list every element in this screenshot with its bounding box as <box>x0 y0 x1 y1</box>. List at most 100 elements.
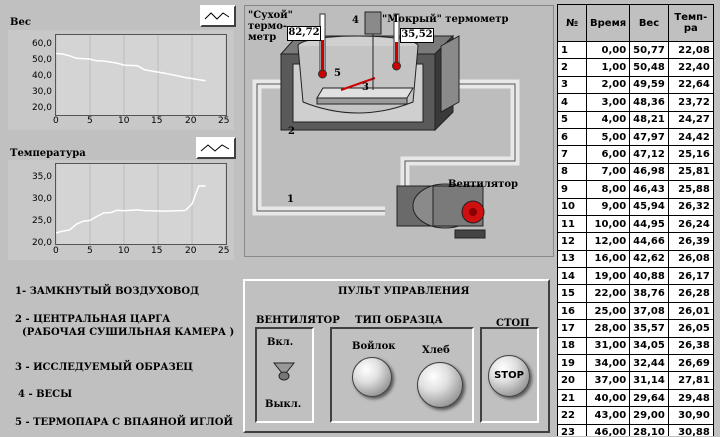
cell-temperature: 22,08 <box>667 40 714 60</box>
cell-time: 31,00 <box>585 336 631 356</box>
weight-chart-plot <box>55 34 227 116</box>
cell-time: 46,00 <box>585 423 631 436</box>
cell-temperature: 26,28 <box>667 284 714 303</box>
stop-button[interactable]: STOP <box>488 355 530 397</box>
cell-weight: 35,57 <box>629 319 669 338</box>
cell-number: 11 <box>557 214 587 234</box>
bread-button[interactable] <box>417 362 463 408</box>
table-row: 8 7,00 46,98 25,81 <box>557 162 714 182</box>
temp-xtick: 25 <box>218 246 230 256</box>
temp-chart-plot <box>55 163 227 245</box>
felt-label: Войлок <box>352 341 396 352</box>
cell-temperature: 26,05 <box>667 319 714 338</box>
cell-weight: 37,08 <box>629 301 669 321</box>
weight-chart-title: Вес <box>10 17 31 28</box>
felt-button[interactable] <box>352 357 392 397</box>
cell-weight: 47,97 <box>629 127 669 147</box>
fan-on-label: Вкл. <box>267 337 294 348</box>
table-row: 20 37,00 31,14 27,81 <box>557 371 714 390</box>
cell-temperature: 26,32 <box>667 197 714 216</box>
bread-label: Хлеб <box>422 345 450 356</box>
cell-time: 37,00 <box>585 371 631 390</box>
cell-number: 5 <box>557 110 587 129</box>
cell-temperature: 29,48 <box>667 388 714 408</box>
cell-number: 13 <box>557 249 587 269</box>
cell-number: 22 <box>557 406 587 425</box>
temp-xtick: 0 <box>53 246 59 256</box>
cell-temperature: 24,27 <box>667 110 714 129</box>
cell-number: 10 <box>557 197 587 216</box>
weight-chart-icon[interactable] <box>200 5 236 27</box>
cell-time: 1,00 <box>585 58 631 77</box>
temp-xtick: 10 <box>118 246 130 256</box>
weight-ytick: 30,0 <box>31 87 52 97</box>
sample-type-label: ТИП ОБРАЗЦА <box>355 315 443 326</box>
cell-temperature: 22,64 <box>667 75 714 95</box>
cell-number: 14 <box>557 267 587 286</box>
cell-time: 6,00 <box>585 145 631 164</box>
cell-temperature: 25,88 <box>667 180 714 199</box>
weight-x-axis: 0 5 10 15 20 25 <box>50 116 230 128</box>
temp-ytick: 25,0 <box>31 216 52 226</box>
cell-time: 10,00 <box>585 214 631 234</box>
col-header-weight: Вес <box>629 4 669 42</box>
cell-time: 5,00 <box>585 127 631 147</box>
weight-xtick: 10 <box>118 116 130 126</box>
fan-toggle-switch[interactable] <box>272 359 296 383</box>
col-header-number: № <box>557 4 587 42</box>
cell-temperature: 23,72 <box>667 93 714 112</box>
temp-xtick: 20 <box>185 246 197 256</box>
cell-time: 43,00 <box>585 406 631 425</box>
cell-temperature: 26,01 <box>667 301 714 321</box>
temp-ytick: 20,0 <box>31 238 52 248</box>
label-5-thermocouple: 5 <box>334 68 341 79</box>
table-row: 13 16,00 42,62 26,08 <box>557 249 714 269</box>
cell-weight: 49,59 <box>629 75 669 95</box>
cell-time: 22,00 <box>585 284 631 303</box>
table-row: 16 25,00 37,08 26,01 <box>557 301 714 321</box>
table-row: 2 1,00 50,48 22,40 <box>557 58 714 77</box>
cell-weight: 38,76 <box>629 284 669 303</box>
label-3-sample: 3 <box>362 82 369 93</box>
stop-box: STOP <box>480 327 539 423</box>
weight-chart-svg <box>55 35 227 115</box>
fan-section-label: ВЕНТИЛЯТОР <box>256 315 340 326</box>
cell-weight: 40,88 <box>629 267 669 286</box>
cell-temperature: 26,39 <box>667 232 714 251</box>
series-line <box>55 52 206 82</box>
table-row: 12 12,00 44,66 26,39 <box>557 232 714 251</box>
temp-y-axis: 35,0 30,0 25,0 20,0 <box>22 166 52 254</box>
temp-chart-icon[interactable] <box>196 137 236 159</box>
cell-number: 17 <box>557 319 587 338</box>
cell-temperature: 26,38 <box>667 336 714 356</box>
cell-weight: 44,95 <box>629 214 669 234</box>
weight-y-axis: 60,0 50,0 40,0 30,0 20,0 <box>22 36 52 116</box>
cell-weight: 29,64 <box>629 388 669 408</box>
legend-item-2b: (РАБОЧАЯ СУШИЛЬНАЯ КАМЕРА ) <box>22 327 235 338</box>
temp-xtick: 5 <box>87 246 93 256</box>
fan-switch-box: Вкл. Выкл. <box>255 327 314 423</box>
weight-xtick: 25 <box>218 116 230 126</box>
table-row: 6 5,00 47,97 24,42 <box>557 127 714 147</box>
table-row: 1 0,00 50,77 22,08 <box>557 40 714 60</box>
weight-xtick: 20 <box>185 116 197 126</box>
table-row: 17 28,00 35,57 26,05 <box>557 319 714 338</box>
cell-number: 12 <box>557 232 587 251</box>
cell-time: 28,00 <box>585 319 631 338</box>
table-row: 19 34,00 32,44 26,69 <box>557 354 714 373</box>
cell-number: 8 <box>557 162 587 182</box>
cell-time: 25,00 <box>585 301 631 321</box>
cell-weight: 42,62 <box>629 249 669 269</box>
wet-thermometer-value: 35,52 <box>400 28 434 43</box>
cell-temperature: 26,69 <box>667 354 714 373</box>
cell-number: 3 <box>557 75 587 95</box>
cell-number: 9 <box>557 180 587 199</box>
sample-type-box: Войлок Хлеб <box>330 327 474 423</box>
temp-x-axis: 0 5 10 15 20 25 <box>50 246 230 258</box>
label-2-chamber: 2 <box>288 126 295 137</box>
cell-time: 16,00 <box>585 249 631 269</box>
cell-weight: 31,14 <box>629 371 669 390</box>
cell-number: 1 <box>557 40 587 60</box>
cell-number: 7 <box>557 145 587 164</box>
table-row: 23 46,00 28,10 30,88 <box>557 423 714 436</box>
